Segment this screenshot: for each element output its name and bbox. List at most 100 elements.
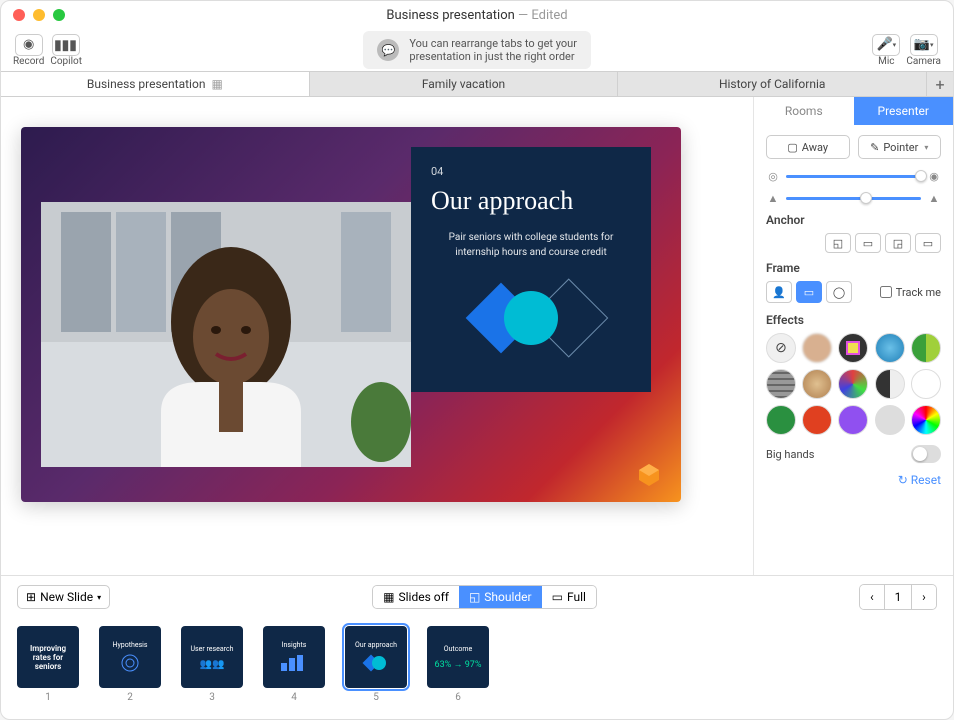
effect-purple-button[interactable] [838, 405, 868, 435]
anchor-bottom-left-button[interactable]: ◱ [825, 233, 851, 253]
pointer-dropdown[interactable]: ✎Pointer▾ [858, 135, 942, 159]
effect-blur-button[interactable] [802, 333, 832, 363]
tab-label: History of California [719, 77, 825, 91]
hint-line1: You can rearrange tabs to get your [409, 37, 577, 50]
presenter-photo [41, 202, 411, 467]
pointer-icon: ✎ [870, 141, 879, 154]
person-large-icon: ▲ [927, 191, 941, 205]
frame-cutout-button[interactable]: 👤 [766, 281, 792, 303]
edited-suffix: — Edited [515, 8, 568, 23]
tab-business-presentation[interactable]: Business presentation ▦ [1, 72, 310, 96]
add-tab-button[interactable]: + [927, 72, 953, 96]
effect-frame-button[interactable] [838, 333, 868, 363]
anchor-section-label: Anchor [766, 213, 941, 227]
effects-grid: ⊘ [766, 333, 941, 435]
slide-subtitle: Pair seniors with college students for i… [431, 230, 631, 260]
view-full-button[interactable]: ▭Full [542, 586, 596, 608]
chevron-down-icon: ▾ [924, 143, 928, 152]
effect-sepia-button[interactable] [802, 369, 832, 399]
new-slide-button[interactable]: ⊞ New Slide ▾ [17, 585, 110, 609]
titlebar: Business presentation — Edited [1, 1, 953, 29]
canvas-area[interactable]: 04 Our approach Pair seniors with colleg… [1, 97, 753, 575]
effect-film-button[interactable] [766, 369, 796, 399]
close-window-button[interactable] [13, 9, 25, 21]
effect-custom-color-button[interactable] [875, 405, 905, 435]
big-hands-toggle[interactable] [911, 445, 941, 463]
slide-number: 04 [431, 165, 631, 178]
toolbar: ◉ Record Copilot 💬 You can rearrange tab… [1, 29, 953, 71]
slide-title: Our approach [431, 186, 631, 216]
page-number: 1 [884, 585, 912, 609]
reset-button[interactable]: ↻ Reset [766, 473, 941, 487]
tab-family-vacation[interactable]: Family vacation [310, 72, 619, 96]
title-text: Business presentation [386, 8, 514, 23]
frame-circle-button[interactable]: ◯ [826, 281, 852, 303]
anchor-bottom-center-button[interactable]: ▭ [855, 233, 881, 253]
copilot-tab-icon: ▦ [211, 77, 222, 91]
record-label: Record [13, 56, 44, 67]
prev-slide-button[interactable]: ‹ [860, 585, 884, 609]
mic-label: Mic [878, 56, 894, 67]
effect-red-button[interactable] [802, 405, 832, 435]
size-slider[interactable] [786, 197, 921, 200]
view-shoulder-button[interactable]: ◱Shoulder [459, 586, 542, 608]
record-button[interactable]: ◉ Record [13, 34, 44, 67]
copilot-label: Copilot [50, 56, 82, 67]
slide-content-card: 04 Our approach Pair seniors with colleg… [411, 147, 651, 392]
record-icon: ◉ [15, 34, 43, 56]
zoom-window-button[interactable] [53, 9, 65, 21]
sidebar-tab-rooms[interactable]: Rooms [754, 97, 854, 125]
slide-thumbnails: Improving rates for seniors 1 Hypothesis… [1, 618, 953, 719]
slide-shapes [431, 278, 631, 358]
hint-line2: presentation in just the right order [409, 50, 577, 63]
thumbnail-2[interactable]: Hypothesis 2 [99, 626, 161, 703]
track-me-checkbox[interactable]: Track me [880, 286, 941, 299]
effect-white-button[interactable] [911, 369, 941, 399]
effect-green-button[interactable] [766, 405, 796, 435]
effect-mono-button[interactable] [875, 369, 905, 399]
effect-green-split-button[interactable] [911, 333, 941, 363]
hint-banner: 💬 You can rearrange tabs to get your pre… [363, 31, 591, 69]
eye-icon: ◉ [927, 169, 941, 183]
plus-icon: ⊞ [26, 590, 36, 604]
anchor-custom-button[interactable]: ▭ [915, 233, 941, 253]
tab-label: Business presentation [87, 77, 206, 91]
effects-section-label: Effects [766, 313, 941, 327]
chevron-down-icon: ▾ [97, 593, 101, 602]
size-slider-row: ▲ ▲ [766, 191, 941, 205]
view-slides-off-button[interactable]: ▦Slides off [373, 586, 459, 608]
bottom-toolbar: ⊞ New Slide ▾ ▦Slides off ◱Shoulder ▭Ful… [1, 575, 953, 618]
thumbnail-6[interactable]: Outcome63% → 97% 6 [427, 626, 489, 703]
mic-button[interactable]: 🎤 ▾ Mic [872, 34, 900, 67]
window-controls [13, 9, 65, 21]
slide-pager: ‹ 1 › [859, 584, 937, 610]
thumbnail-5[interactable]: Our approach 5 [345, 626, 407, 703]
frame-section-label: Frame [766, 261, 941, 275]
big-hands-label: Big hands [766, 448, 814, 461]
anchor-bottom-right-button[interactable]: ◲ [885, 233, 911, 253]
away-button[interactable]: ▢Away [766, 135, 850, 159]
effect-blue-button[interactable] [875, 333, 905, 363]
visibility-slider[interactable] [786, 175, 921, 178]
inspector-sidebar: Rooms Presenter ▢Away ✎Pointer▾ ◎ ◉ ▲ ▲ [753, 97, 953, 575]
hint-icon: 💬 [377, 39, 399, 61]
minimize-window-button[interactable] [33, 9, 45, 21]
tab-history-of-california[interactable]: History of California [618, 72, 927, 96]
frame-rectangle-button[interactable]: ▭ [796, 281, 822, 303]
camera-label: Camera [906, 56, 941, 67]
eye-off-icon: ◎ [766, 169, 780, 183]
visibility-slider-row: ◎ ◉ [766, 169, 941, 183]
sidebar-tab-presenter[interactable]: Presenter [854, 97, 954, 125]
thumbnail-1[interactable]: Improving rates for seniors 1 [17, 626, 79, 703]
camera-button[interactable]: 📷 ▾ Camera [906, 34, 941, 67]
view-mode-segment: ▦Slides off ◱Shoulder ▭Full [372, 585, 597, 609]
camera-icon: 📷 ▾ [910, 34, 938, 56]
effect-color-picker-button[interactable] [911, 405, 941, 435]
effect-none-button[interactable]: ⊘ [766, 333, 796, 363]
effect-rgb-button[interactable] [838, 369, 868, 399]
thumbnail-4[interactable]: Insights 4 [263, 626, 325, 703]
thumbnail-3[interactable]: User research👥👥 3 [181, 626, 243, 703]
away-icon: ▢ [787, 141, 797, 154]
next-slide-button[interactable]: › [912, 585, 936, 609]
copilot-button[interactable]: Copilot [50, 34, 82, 67]
